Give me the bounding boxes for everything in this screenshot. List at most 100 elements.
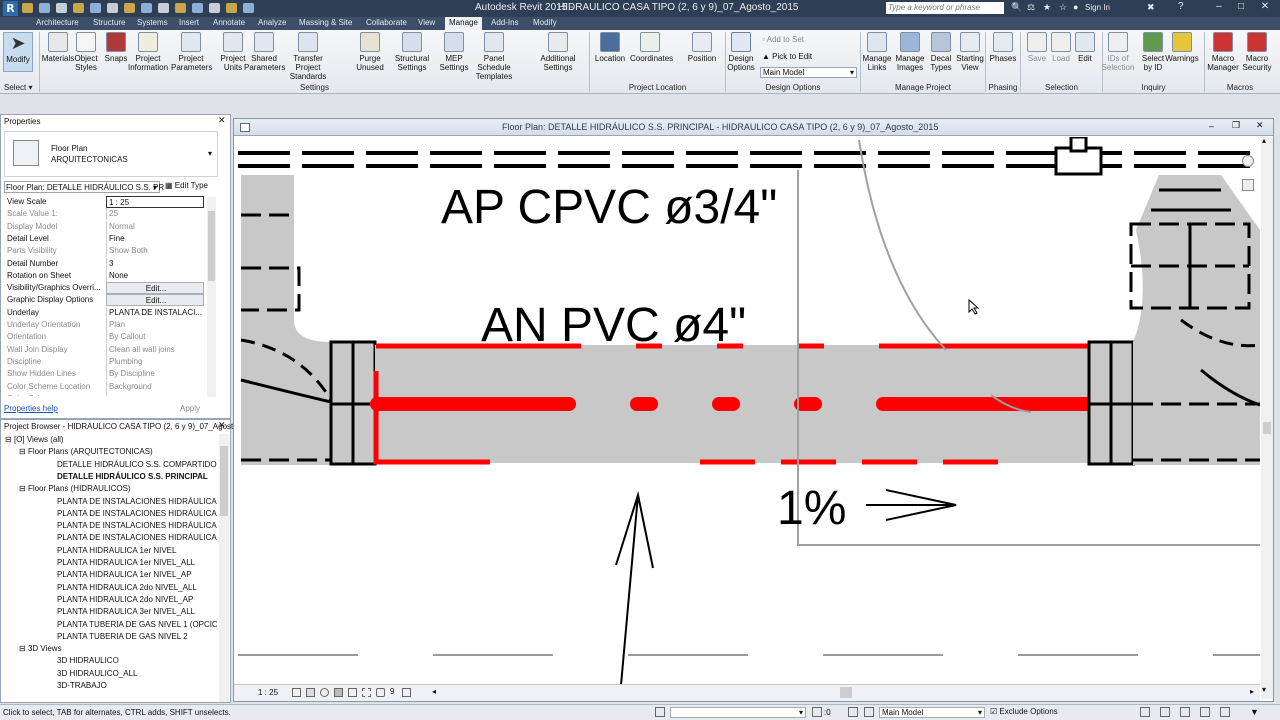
property-value[interactable]: Fine xyxy=(106,232,204,245)
select-dropdown[interactable]: Select ▾ xyxy=(4,83,38,92)
location-button[interactable]: Location xyxy=(590,32,630,63)
manage-links-button[interactable]: Manage Links xyxy=(861,32,893,72)
minimize-button[interactable]: – xyxy=(1208,1,1230,15)
property-row[interactable]: Parts Visibility Show Both xyxy=(4,245,204,258)
property-row[interactable]: Underlay PLANTA DE INSTALACI... xyxy=(4,306,204,319)
tab-architecture[interactable]: Architecture xyxy=(36,18,79,27)
browser-tree-item[interactable]: PLANTA DE INSTALACIONES HIDRÁULICAS NIVE… xyxy=(57,520,217,532)
browser-tree-item[interactable]: PLANTA DE INSTALACIONES HIDRÁULICAS NIVE… xyxy=(57,508,217,520)
type-selector[interactable]: Floor Plan ARQUITECTONICAS ▾ xyxy=(4,131,218,177)
edit-button[interactable]: Edit xyxy=(1070,32,1100,63)
measure-icon[interactable] xyxy=(124,3,135,13)
maximize-button[interactable]: □ xyxy=(1230,1,1252,15)
worksets-icon[interactable] xyxy=(655,707,665,717)
property-row[interactable]: Visibility/Graphics Overri... Edit... xyxy=(4,282,204,295)
an-pvc-label[interactable]: AN PVC ø4" xyxy=(481,299,746,352)
search-input[interactable]: Type a keyword or phrase xyxy=(886,2,1004,14)
tab-analyze[interactable]: Analyze xyxy=(258,18,286,27)
tag-icon[interactable] xyxy=(158,3,169,13)
browser-tree-item[interactable]: ⊟ 3D Views xyxy=(19,643,62,655)
filter-icon[interactable] xyxy=(812,707,822,717)
property-value[interactable]: 3 xyxy=(106,257,204,270)
property-row[interactable]: Rotation on Sheet None xyxy=(4,269,204,282)
shared-parameters-button[interactable]: Shared Parameters xyxy=(244,32,285,72)
drag-elements-icon[interactable] xyxy=(1220,707,1230,717)
tab-collaborate[interactable]: Collaborate xyxy=(366,18,407,27)
property-row[interactable]: Discipline Plumbing xyxy=(4,355,204,368)
detail-level-icon[interactable] xyxy=(292,688,301,697)
view-vertical-scrollbar[interactable]: ▴ ▾ xyxy=(1261,136,1273,699)
design-options-button[interactable]: Design Options xyxy=(726,32,756,72)
decal-types-button[interactable]: Decal Types xyxy=(925,32,957,72)
property-value[interactable]: Edit... xyxy=(106,294,204,307)
tab-insert[interactable]: Insert xyxy=(179,18,199,27)
collapse-icon[interactable]: ⊟ xyxy=(19,447,28,456)
tab-add-ins[interactable]: Add-Ins xyxy=(491,18,519,27)
communication-icon[interactable]: ★ xyxy=(1043,2,1051,13)
edit-type-button[interactable]: ▦ Edit Type xyxy=(165,181,208,190)
favorites-icon[interactable]: ☆ xyxy=(1059,2,1067,13)
sign-in-link[interactable]: Sign In xyxy=(1085,3,1110,12)
project-information-button[interactable]: Project Information xyxy=(128,32,168,72)
redo-icon[interactable] xyxy=(90,3,101,13)
property-row[interactable]: Orientation By Callout xyxy=(4,331,204,344)
property-row[interactable]: Detail Level Fine xyxy=(4,232,204,245)
tab-manage[interactable]: Manage xyxy=(445,17,482,30)
modify-button[interactable]: ➤ Modify xyxy=(3,32,33,72)
slope-label[interactable]: 1% xyxy=(777,482,846,535)
transfer-project-standards-button[interactable]: Transfer Project Standards xyxy=(288,32,328,81)
properties-close-icon[interactable]: ✕ xyxy=(218,115,226,126)
additional-settings-button[interactable]: Additional Settings xyxy=(538,32,578,72)
workset-select[interactable]: ▾ xyxy=(670,707,806,718)
browser-tree-item[interactable]: PLANTA HIDRAULICA 1er NIVEL_ALL xyxy=(57,557,195,569)
purge-unused-button[interactable]: Purge Unused xyxy=(350,32,390,72)
browser-tree-item[interactable]: PLANTA HIDRAULICA 3er NIVEL_ALL xyxy=(57,606,195,618)
visual-style-icon[interactable] xyxy=(306,688,315,697)
browser-tree-item[interactable]: DETALLE HIDRÁULICO S.S. COMPARTIDO xyxy=(57,459,217,471)
ids-of-selection-button[interactable]: IDs of Selection xyxy=(1101,32,1135,72)
structural-settings-button[interactable]: Structural Settings xyxy=(392,32,432,72)
browser-tree-item[interactable]: 3D HIDRAULICO xyxy=(57,655,119,667)
project-parameters-button[interactable]: Project Parameters xyxy=(171,32,212,72)
collapse-icon[interactable]: ⊟ xyxy=(19,644,28,653)
sync-icon[interactable] xyxy=(56,3,67,13)
revit-logo[interactable]: R xyxy=(3,1,18,16)
drawing-canvas[interactable]: AP CPVC ø3/4" AN PVC ø4" 1% xyxy=(238,137,1260,685)
property-value[interactable]: Edit... xyxy=(106,282,204,295)
property-row[interactable]: Color Scheme Location Background xyxy=(4,380,204,393)
browser-tree-item[interactable]: DETALLE HIDRÁULICO S.S. PRINCIPAL xyxy=(57,471,208,483)
tab-view[interactable]: View xyxy=(418,18,435,27)
browser-tree-item[interactable]: ⊟ Floor Plans (ARQUITECTONICAS) xyxy=(19,446,153,458)
starting-view-button[interactable]: Starting View xyxy=(954,32,986,72)
hide-isolate-icon[interactable] xyxy=(376,688,385,697)
property-row[interactable]: Underlay Orientation Plan xyxy=(4,319,204,331)
view-scale[interactable]: 1 : 25 xyxy=(258,688,278,697)
user-icon[interactable]: ● xyxy=(1073,2,1078,12)
properties-help-link[interactable]: Properties help xyxy=(4,404,58,413)
view-restore-button[interactable]: ❐ xyxy=(1232,120,1240,131)
instance-filter[interactable]: Floor Plan: DETALLE HIDRÁULICO S.S. PR ▾ xyxy=(4,181,164,193)
macro-security-button[interactable]: Macro Security xyxy=(1240,32,1274,72)
property-row[interactable]: Detail Number 3 xyxy=(4,257,204,270)
browser-tree-item[interactable]: 3D-TRABAJO xyxy=(57,680,107,692)
phases-button[interactable]: Phases xyxy=(988,32,1018,63)
crop-view-icon[interactable] xyxy=(348,688,357,697)
shadows-icon[interactable] xyxy=(334,688,343,697)
collapse-icon[interactable]: ⊟ xyxy=(5,435,14,444)
browser-tree-item[interactable]: PLANTA DE INSTALACIONES HIDRÁULICAS TECH xyxy=(57,532,217,544)
property-row[interactable]: View Scale 1 : 25 xyxy=(4,196,204,208)
exclude-options-checkbox[interactable]: ☑ Exclude Options xyxy=(990,707,1058,716)
property-value[interactable]: None xyxy=(106,269,204,282)
status-filter-icon[interactable]: ▼ xyxy=(1250,707,1259,717)
select-by-face-icon[interactable] xyxy=(1200,707,1210,717)
property-row[interactable]: Show Hidden Lines By Discipline xyxy=(4,368,204,381)
browser-tree-item[interactable]: ⊟ Floor Plans (HIDRAULICOS) xyxy=(19,483,131,495)
section-icon[interactable] xyxy=(209,3,220,13)
select-pinned-icon[interactable] xyxy=(1180,707,1190,717)
browser-tree-item[interactable]: PLANTA TUBERIA DE GAS NIVEL 1 (OPCION 2) xyxy=(57,619,217,631)
property-row[interactable]: Scale Value 1: 25 xyxy=(4,208,204,221)
view-close-button[interactable]: ✕ xyxy=(1256,120,1264,131)
3d-view-icon[interactable] xyxy=(192,3,203,13)
view-minimize-button[interactable]: – xyxy=(1209,121,1214,131)
property-row[interactable]: Display Model Normal xyxy=(4,220,204,233)
